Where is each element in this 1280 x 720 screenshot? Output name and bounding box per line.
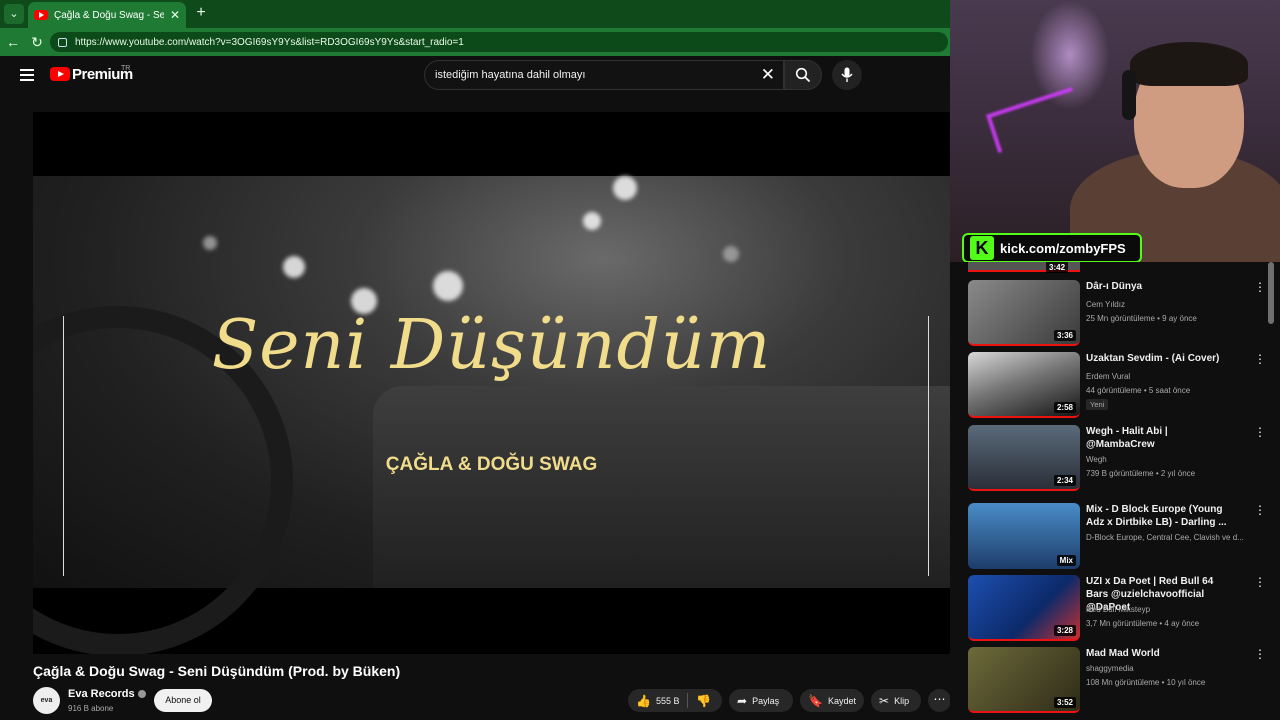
like-count: 555 B [655, 695, 680, 706]
mix-badge: Mix [1056, 555, 1076, 566]
list-item[interactable]: 3:52 Mad Mad World shaggymedia 108 Mn gö… [968, 647, 1266, 715]
microphone-icon [841, 67, 853, 82]
artwork-artists: ÇAĞLA & DOĞU SWAG [385, 454, 598, 475]
rec-meta: 25 Mn görüntüleme • 9 ay önce [1086, 314, 1197, 323]
more-actions-icon[interactable]: ⋯ [928, 689, 951, 712]
rec-title[interactable]: Mix - D Block Europe (Young Adz x Dirtbi… [1086, 503, 1236, 529]
new-tab-plus-icon[interactable]: + [192, 4, 210, 22]
rec-channel[interactable]: Red Bull Mikstеyp [1086, 605, 1150, 614]
more-options-icon[interactable]: ⋮ [1254, 504, 1266, 516]
save-button[interactable]: 🔖 Kaydet [800, 689, 864, 712]
browser-chrome: ⌄ Çağla & Doğu Swag - Seni Düşündüm ✕ + … [0, 0, 950, 56]
tab-search-chevron-icon[interactable]: ⌄ [4, 4, 24, 24]
duration-badge: 2:58 [1053, 402, 1076, 413]
list-item[interactable]: 2:58 Uzaktan Sevdim - (Ai Cover) Erdem V… [968, 352, 1266, 420]
address-bar[interactable]: https://www.youtube.com/watch?v=3OGI69sY… [50, 32, 948, 52]
rec-meta: 739 B görüntüleme • 2 yıl önce [1086, 469, 1196, 478]
rec-channel[interactable]: shaggymedia [1086, 664, 1134, 673]
clear-search-icon[interactable]: ✕ [761, 65, 775, 85]
search-button[interactable] [784, 60, 822, 90]
scissors-icon: ✂ [879, 693, 890, 708]
kick-channel-banner: K kick.com/zombyFPS [962, 233, 1142, 263]
verified-badge-icon [137, 690, 146, 699]
subscribe-button[interactable]: Abone ol [154, 689, 212, 712]
browser-tab-active[interactable]: Çağla & Doğu Swag - Seni Düşündüm ✕ [28, 2, 186, 28]
more-options-icon[interactable]: ⋮ [1254, 648, 1266, 660]
duration-badge: 3:52 [1053, 697, 1076, 708]
rec-title[interactable]: Dâr-ı Dünya [1086, 280, 1236, 293]
more-options-icon[interactable]: ⋮ [1254, 353, 1266, 365]
duration-badge: 3:36 [1053, 330, 1076, 341]
search-query-text: istediğim hayatına dahil olmayı [435, 69, 586, 81]
share-button[interactable]: ➦ Paylaş [729, 689, 793, 712]
video-thumbnail[interactable]: Mix [968, 503, 1080, 569]
site-info-icon[interactable] [58, 37, 67, 47]
subscriber-count: 916 B abone [68, 704, 114, 713]
list-item[interactable]: 3:36 Dâr-ı Dünya Cem Yıldız 25 Mn görünt… [968, 280, 1266, 348]
artwork-song-title: Seni Düşündüm [211, 306, 772, 385]
tab-close-icon[interactable]: ✕ [170, 8, 180, 22]
channel-avatar[interactable]: eva [33, 687, 60, 714]
duration-badge: 3:42 [1046, 262, 1069, 273]
video-thumbnail[interactable]: 2:58 [968, 352, 1080, 418]
tab-title: Çağla & Doğu Swag - Seni Düşündüm [54, 9, 164, 21]
video-frame: Seni Düşündüm ÇAĞLA & DOĞU SWAG [33, 176, 950, 654]
like-dislike-group: 👍 555 B 👎 [628, 689, 722, 712]
more-options-icon[interactable]: ⋮ [1254, 281, 1266, 293]
video-thumbnail[interactable]: 2:34 [968, 425, 1080, 491]
list-item[interactable]: 2:34 Wegh - Halit Abi | @MambaCrew Wegh … [968, 425, 1266, 493]
video-thumbnail[interactable]: 3:36 [968, 280, 1080, 346]
menu-hamburger-icon[interactable] [20, 69, 34, 81]
youtube-logo-icon[interactable] [50, 67, 70, 81]
rec-title[interactable]: Uzaktan Sevdim - (Ai Cover) [1086, 352, 1236, 365]
rec-meta: 108 Mn görüntüleme • 10 yıl önce [1086, 678, 1206, 687]
clip-button[interactable]: ✂ Klip [871, 689, 921, 712]
new-badge: Yeni [1086, 399, 1109, 410]
car-dashboard [373, 386, 950, 588]
reload-icon[interactable]: ↻ [28, 33, 46, 51]
headset [1122, 70, 1136, 120]
recommendations-sidebar: 3:36 Dâr-ı Dünya Cem Yıldız 25 Mn görünt… [950, 262, 1280, 720]
webcam-overlay [950, 0, 1280, 262]
channel-name[interactable]: Eva Records [68, 688, 146, 700]
duration-badge: 2:34 [1053, 475, 1076, 486]
rec-channel[interactable]: Cem Yıldız [1086, 300, 1125, 309]
rec-channel[interactable]: Erdem Vural [1086, 372, 1130, 381]
search-input[interactable]: istediğim hayatına dahil olmayı ✕ [424, 60, 784, 90]
video-thumbnail[interactable]: 3:52 [968, 647, 1080, 713]
thumbs-down-icon: 👎 [696, 693, 711, 708]
rec-channel[interactable]: D-Block Europe, Central Cee, Clavish ve … [1086, 533, 1244, 542]
like-button[interactable]: 👍 555 B [628, 693, 688, 708]
duration-badge: 3:28 [1053, 625, 1076, 636]
youtube-favicon-icon [34, 10, 48, 20]
thumbs-up-icon: 👍 [636, 693, 651, 708]
rec-meta: 3,7 Mn görüntüleme • 4 ay önce [1086, 619, 1200, 628]
browser-navbar: ← ↻ https://www.youtube.com/watch?v=3OGI… [0, 28, 950, 56]
share-arrow-icon: ➦ [737, 693, 748, 708]
rec-meta: 44 görüntüleme • 5 saat önce [1086, 386, 1191, 395]
rec-channel[interactable]: Wegh [1086, 455, 1107, 464]
bookmark-icon: 🔖 [808, 693, 823, 708]
rec-title[interactable]: Mad Mad World [1086, 647, 1236, 660]
region-code: TR [121, 65, 131, 72]
tab-strip: ⌄ Çağla & Doğu Swag - Seni Düşündüm ✕ + [0, 0, 950, 28]
list-item[interactable]: 3:28 UZI x Da Poet | Red Bull 64 Bars @u… [968, 575, 1266, 643]
youtube-masthead: Premium TR istediğim hayatına dahil olma… [0, 56, 950, 112]
rec-title[interactable]: Wegh - Halit Abi | @MambaCrew [1086, 425, 1236, 451]
list-item[interactable]: Mix Mix - D Block Europe (Young Adz x Di… [968, 503, 1266, 571]
kick-logo-icon: K [970, 236, 994, 260]
video-player[interactable]: Seni Düşündüm ÇAĞLA & DOĞU SWAG [33, 112, 950, 654]
kick-url-text: kick.com/zombyFPS [1000, 240, 1126, 256]
more-options-icon[interactable]: ⋮ [1254, 426, 1266, 438]
video-thumbnail[interactable]: 3:28 [968, 575, 1080, 641]
url-text: https://www.youtube.com/watch?v=3OGI69sY… [75, 36, 464, 48]
sidebar-scrollbar[interactable] [1268, 262, 1274, 324]
voice-search-button[interactable] [832, 60, 862, 90]
search-icon [795, 67, 811, 83]
dislike-button[interactable]: 👎 [688, 694, 711, 708]
more-options-icon[interactable]: ⋮ [1254, 576, 1266, 588]
video-title: Çağla & Doğu Swag - Seni Düşündüm (Prod.… [33, 663, 401, 679]
back-arrow-icon[interactable]: ← [4, 33, 22, 51]
